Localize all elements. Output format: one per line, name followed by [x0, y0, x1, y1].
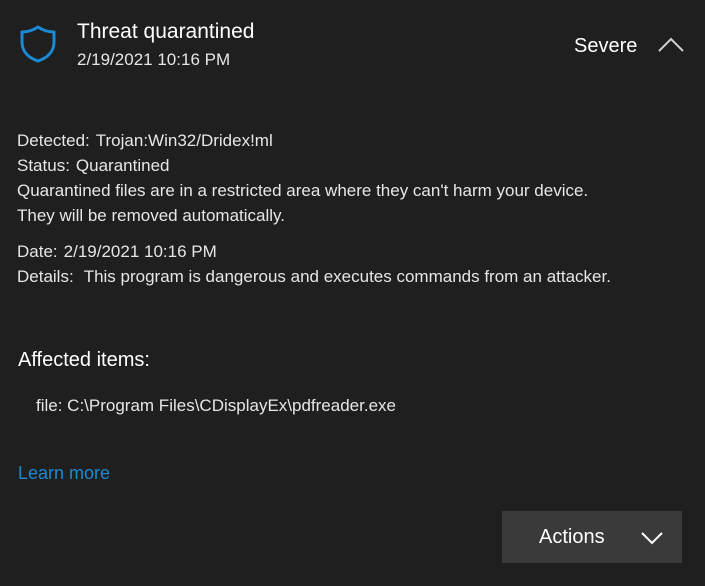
date-label: Date:: [17, 242, 58, 261]
quarantine-note-line2: They will be removed automatically.: [17, 206, 286, 225]
collapse-button[interactable]: [655, 33, 687, 57]
affected-items-heading: Affected items:: [18, 349, 150, 371]
learn-more-link[interactable]: Learn more: [18, 461, 110, 485]
details-label: Details:: [17, 267, 74, 286]
chevron-down-icon: [641, 532, 663, 545]
actions-button[interactable]: Actions: [502, 511, 682, 563]
status-row: Status: Quarantined: [17, 153, 697, 178]
status-label: Status:: [17, 156, 70, 175]
threat-header: Threat quarantined 2/19/2021 10:16 PM Se…: [0, 0, 705, 90]
actions-label: Actions: [539, 526, 605, 548]
affected-item: file: C:\Program Files\CDisplayEx\pdfrea…: [36, 396, 396, 415]
severity-label: Severe: [574, 35, 638, 57]
details-value: This program is dangerous and executes c…: [83, 267, 611, 286]
threat-date: 2/19/2021 10:16 PM: [77, 50, 231, 69]
threat-details: Detected: Trojan:Win32/Dridex!ml Status: Q…: [17, 128, 697, 289]
detected-label: Detected:: [17, 131, 90, 150]
details-row: Details: This program is dangerous and e…: [17, 264, 697, 289]
status-value: Quarantined: [75, 156, 170, 175]
date-row: Date: 2/19/2021 10:16 PM: [17, 239, 697, 264]
detected-value: Trojan:Win32/Dridex!ml: [95, 131, 273, 150]
threat-title: Threat quarantined: [77, 20, 255, 43]
date-value: 2/19/2021 10:16 PM: [63, 242, 217, 261]
chevron-up-icon: [658, 37, 684, 52]
detected-row: Detected: Trojan:Win32/Dridex!ml: [17, 128, 697, 153]
quarantine-note-line1: Quarantined files are in a restricted ar…: [17, 181, 589, 200]
